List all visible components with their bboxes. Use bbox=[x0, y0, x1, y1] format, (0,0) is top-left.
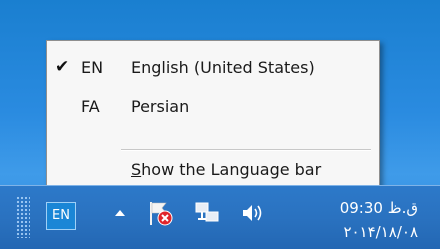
language-code: FA bbox=[81, 97, 100, 116]
show-language-bar-text: how the Language bar bbox=[141, 160, 322, 179]
taskbar: EN 09:30 ق.ظ ۲۰۱۴/۱۸/۰۸ bbox=[0, 185, 440, 249]
show-language-bar-label: Show the Language bar bbox=[131, 160, 321, 180]
language-name: Persian bbox=[131, 97, 190, 116]
menu-item-show-language-bar[interactable]: Show the Language bar bbox=[47, 151, 379, 185]
volume-icon[interactable] bbox=[237, 198, 267, 228]
clock-date: ۲۰۱۴/۱۸/۰۸ bbox=[343, 223, 418, 241]
network-icon[interactable] bbox=[192, 198, 222, 228]
checkmark-icon bbox=[55, 96, 71, 116]
accelerator-key: S bbox=[131, 160, 142, 179]
language-indicator-button[interactable]: EN bbox=[46, 202, 76, 230]
taskbar-grip[interactable] bbox=[16, 196, 30, 238]
language-name: English (United States) bbox=[131, 58, 315, 77]
language-code: EN bbox=[81, 58, 104, 77]
checkmark-icon: ✔ bbox=[55, 57, 70, 77]
language-menu: ✔ EN English (United States) FA Persian … bbox=[46, 40, 380, 190]
menu-item-persian[interactable]: FA Persian bbox=[47, 90, 379, 124]
system-clock[interactable]: 09:30 ق.ظ ۲۰۱۴/۱۸/۰۸ bbox=[282, 190, 432, 246]
menu-item-english[interactable]: ✔ EN English (United States) bbox=[47, 51, 379, 85]
action-center-flag-icon[interactable] bbox=[145, 198, 175, 228]
show-hidden-icons-arrow-icon[interactable] bbox=[113, 206, 127, 220]
clock-time: 09:30 ق.ظ bbox=[339, 199, 418, 217]
